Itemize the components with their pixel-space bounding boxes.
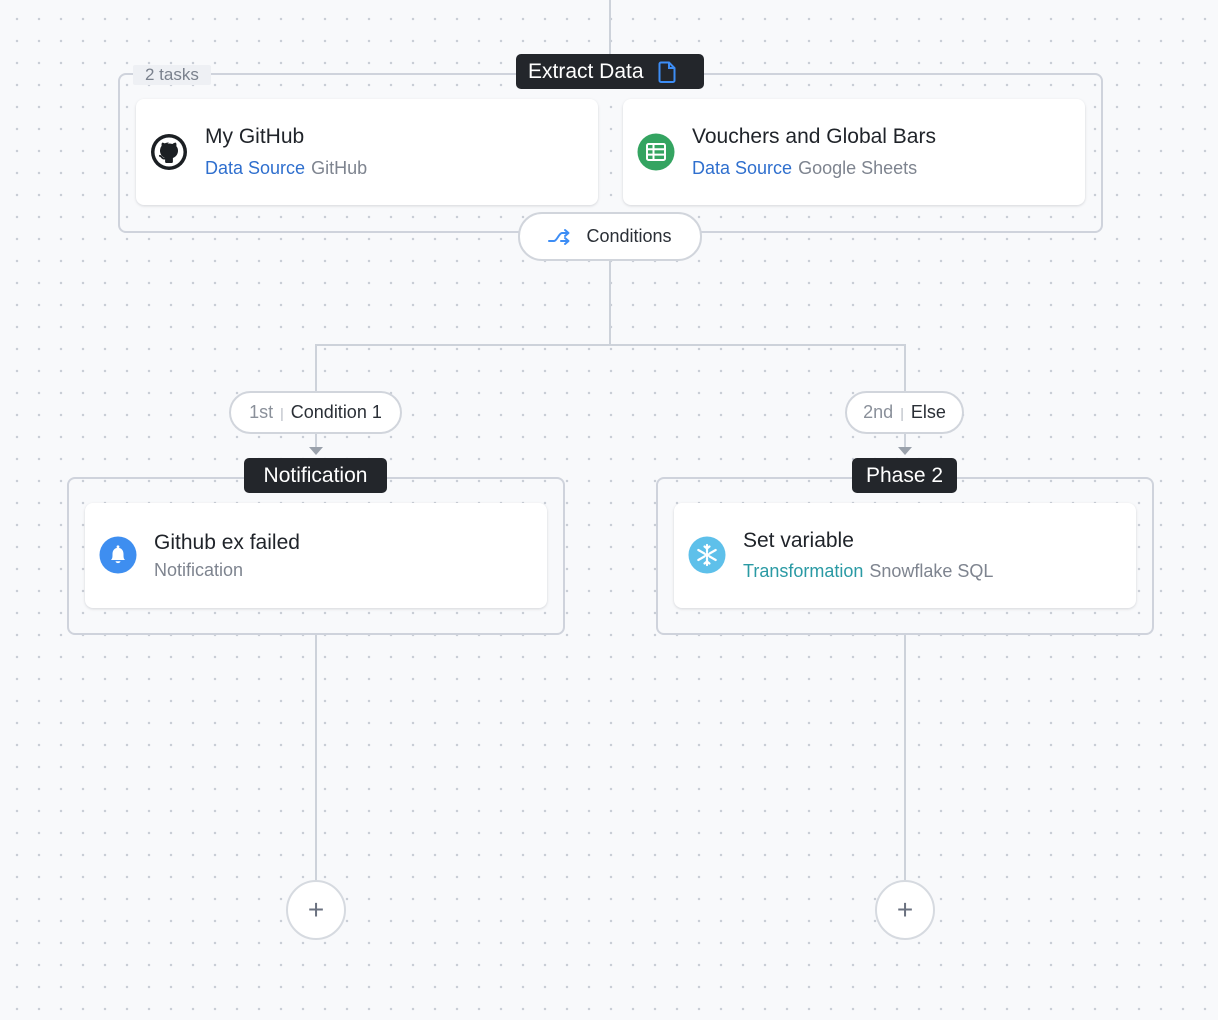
connector-top <box>609 0 611 56</box>
connector-branch-right <box>904 344 906 392</box>
task-subtitle: Transformation Snowflake SQL <box>743 561 993 582</box>
phase-title-notification[interactable]: Notification <box>244 458 387 493</box>
arrow-down-icon <box>898 447 912 455</box>
connector-right-bottom <box>904 634 906 880</box>
connector-conditions-down <box>609 259 611 346</box>
branch-label: Else <box>910 402 946 422</box>
task-component: Google Sheets <box>798 158 918 178</box>
arrow-down-icon <box>309 447 323 455</box>
shuffle-icon <box>548 227 572 247</box>
task-card-github-ex-failed[interactable]: Github ex failed Notification <box>85 503 547 608</box>
conditions-button[interactable]: Conditions <box>518 212 702 261</box>
branch-order: 2nd <box>863 402 894 422</box>
connector-branch-horizontal <box>315 344 906 346</box>
task-count-badge: 2 tasks <box>133 65 211 85</box>
plus-icon: + <box>307 894 325 925</box>
branch-pill-condition-1[interactable]: 1st | Condition 1 <box>229 391 402 434</box>
github-icon <box>150 133 188 171</box>
document-icon[interactable] <box>656 60 678 84</box>
task-kind: Transformation <box>743 561 864 581</box>
task-subtitle: Data Source GitHub <box>205 158 367 179</box>
add-task-button-right[interactable]: + <box>875 880 935 940</box>
branch-order: 1st <box>249 402 274 422</box>
conditions-label: Conditions <box>586 226 672 246</box>
snowflake-icon <box>688 536 726 574</box>
phase-title-extract-data[interactable]: Extract Data <box>516 54 704 89</box>
branch-separator: | <box>280 404 284 421</box>
task-kind: Notification <box>154 560 244 580</box>
connector-branch-left <box>315 344 317 392</box>
task-title: Vouchers and Global Bars <box>692 125 936 148</box>
google-sheets-icon <box>637 133 675 171</box>
phase-title-text: Phase 2 <box>865 464 944 487</box>
connector-left-bottom <box>315 634 317 880</box>
add-task-button-left[interactable]: + <box>286 880 346 940</box>
connector-left-arrow-stem <box>315 433 317 447</box>
phase-title-phase-2[interactable]: Phase 2 <box>852 458 957 493</box>
task-title: Github ex failed <box>154 531 300 554</box>
task-title: Set variable <box>743 529 854 552</box>
task-card-set-variable[interactable]: Set variable Transformation Snowflake SQL <box>674 503 1136 608</box>
plus-icon: + <box>896 894 914 925</box>
task-card-my-github[interactable]: My GitHub Data Source GitHub <box>136 99 598 205</box>
branch-label: Condition 1 <box>290 402 382 422</box>
task-component: GitHub <box>311 158 368 178</box>
phase-title-text: Extract Data <box>528 60 644 83</box>
task-title: My GitHub <box>205 125 305 148</box>
branch-separator: | <box>900 404 904 421</box>
task-kind: Data Source <box>692 158 793 178</box>
task-kind: Data Source <box>205 158 306 178</box>
branch-pill-else[interactable]: 2nd | Else <box>845 391 964 434</box>
task-card-vouchers-global-bars[interactable]: Vouchers and Global Bars Data Source Goog… <box>623 99 1085 205</box>
task-subtitle: Data Source Google Sheets <box>692 158 917 179</box>
phase-title-text: Notification <box>263 464 368 487</box>
task-subtitle: Notification <box>154 560 243 581</box>
connector-right-arrow-stem <box>904 433 906 447</box>
task-component: Snowflake SQL <box>869 561 994 581</box>
bell-icon <box>99 536 137 574</box>
